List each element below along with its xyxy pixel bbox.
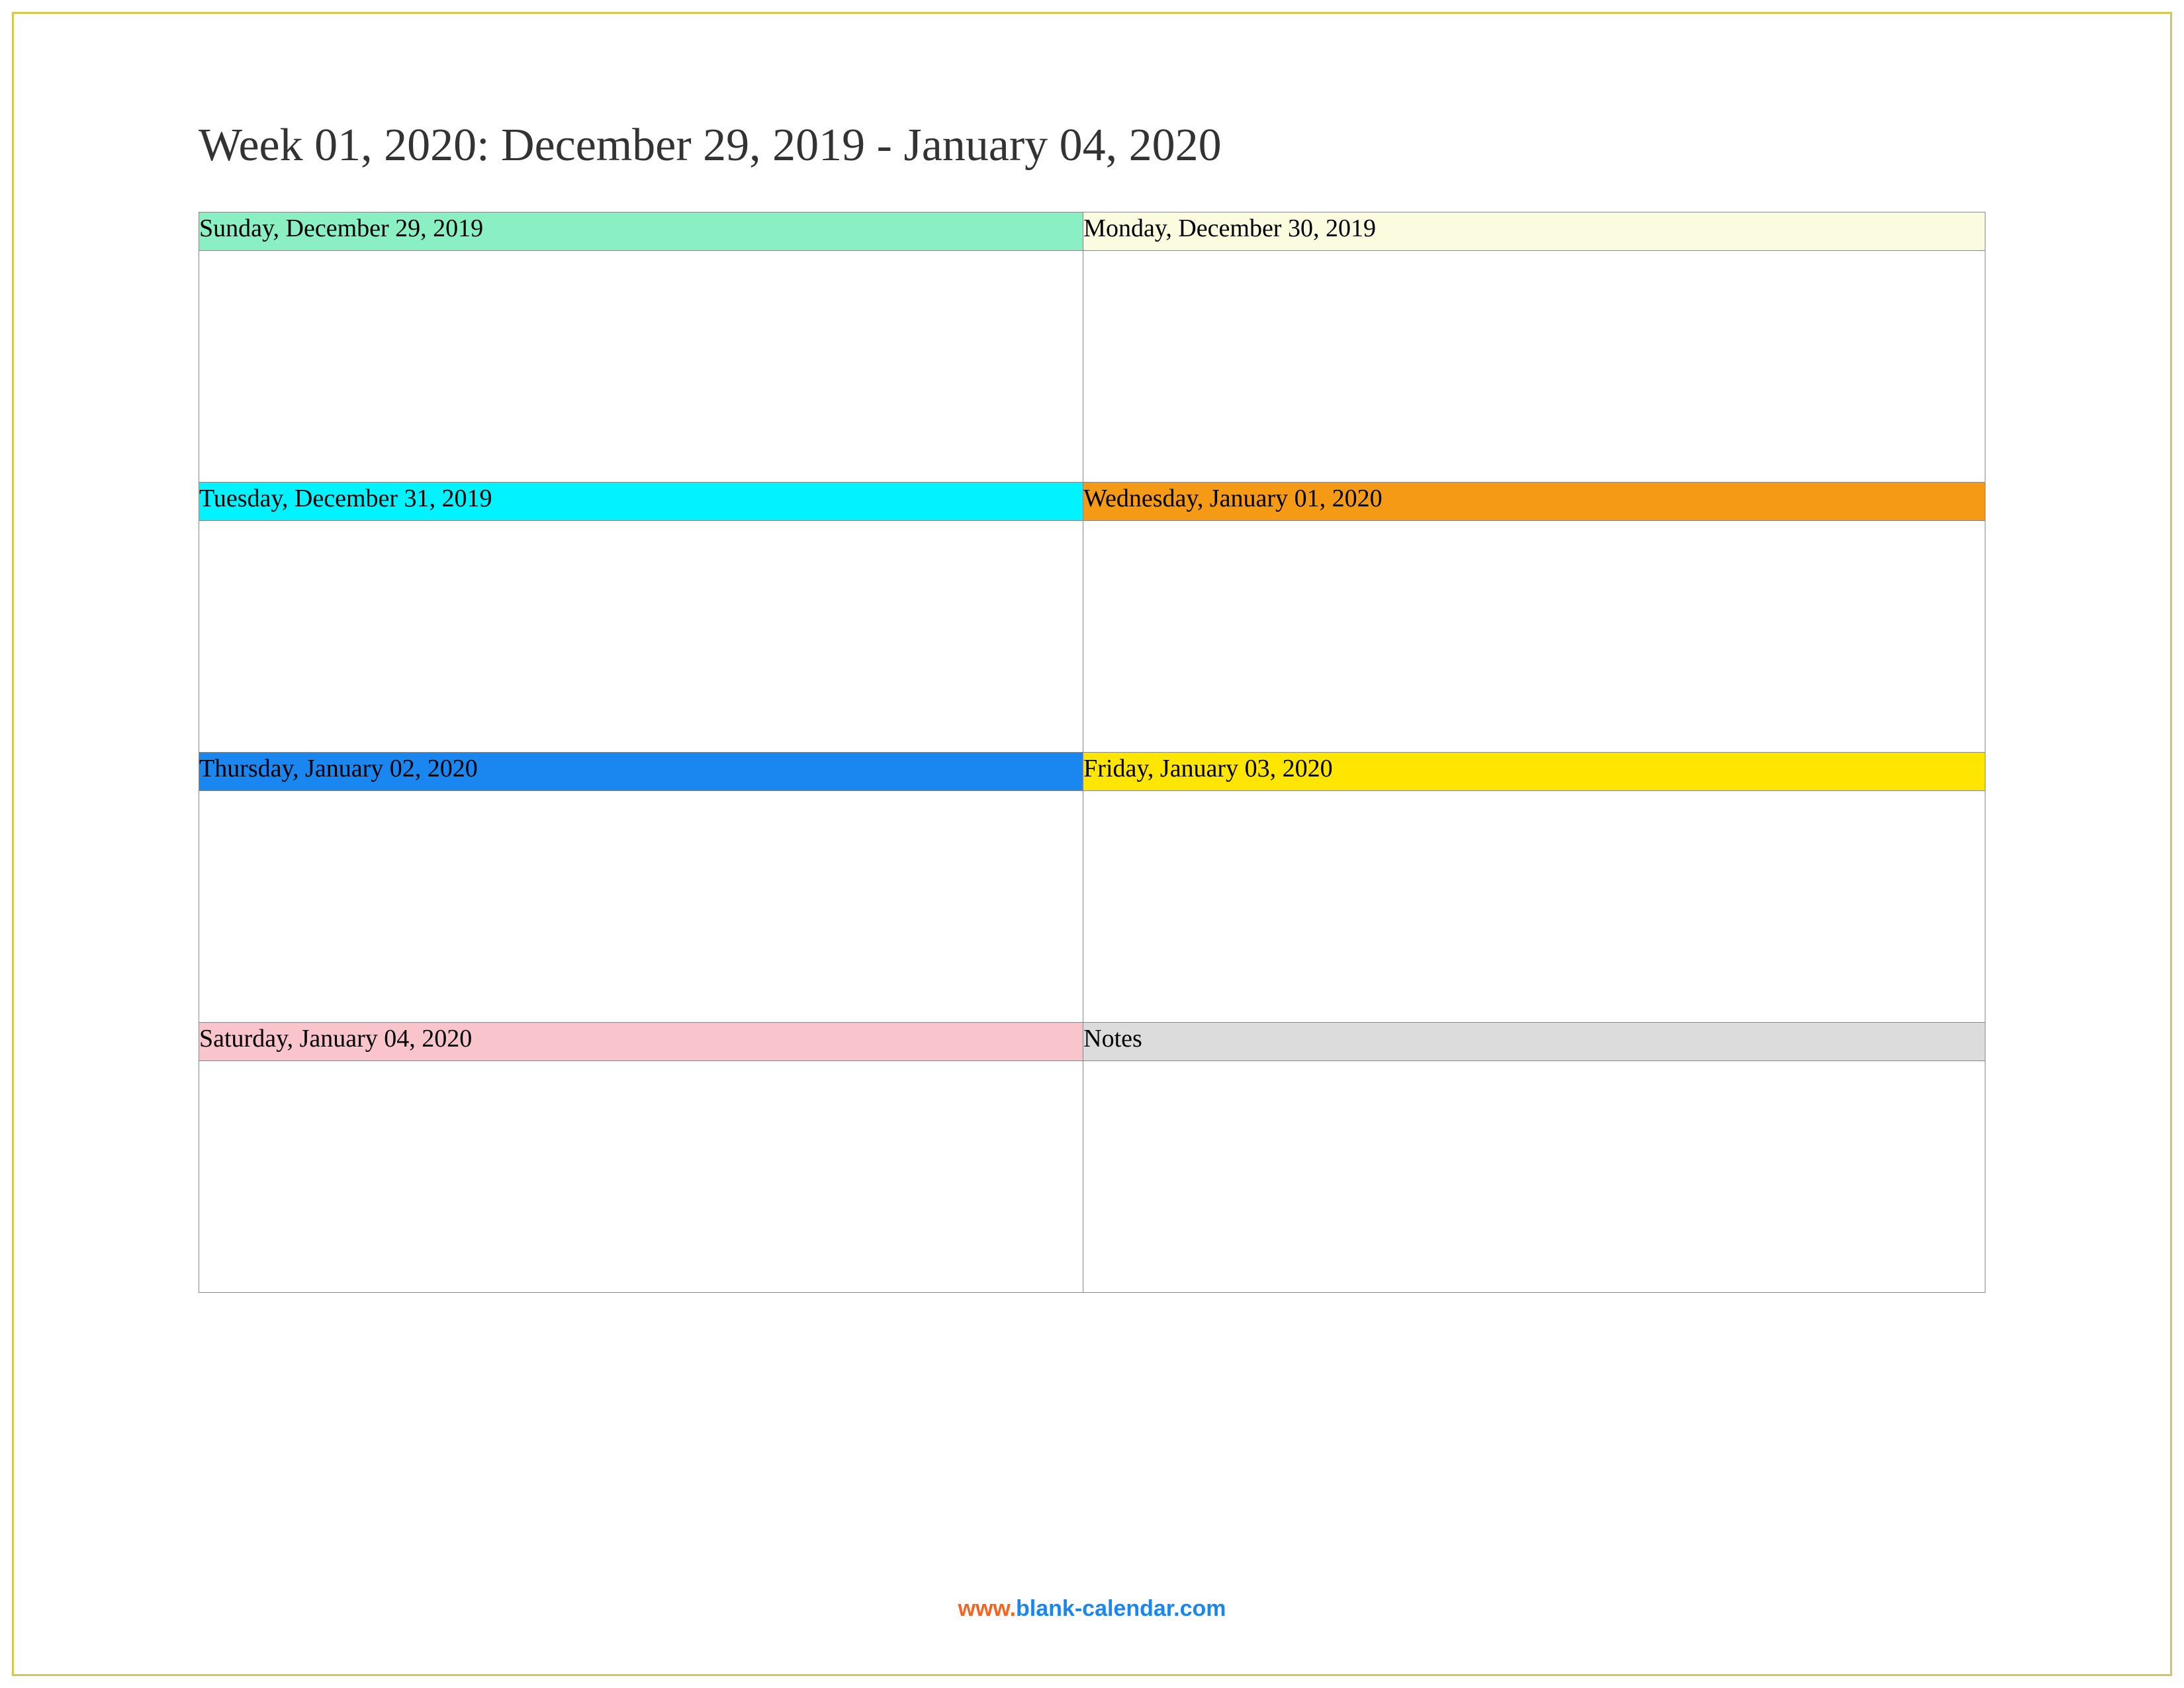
day-header-saturday: Saturday, January 04, 2020 — [199, 1023, 1083, 1061]
day-body-sunday — [199, 251, 1083, 483]
day-body-notes — [1083, 1061, 1985, 1293]
weekly-calendar-table: Sunday, December 29, 2019 Monday, Decemb… — [199, 212, 1985, 1293]
footer-domain: blank-calendar.com — [1016, 1596, 1226, 1621]
day-header-sunday: Sunday, December 29, 2019 — [199, 212, 1083, 251]
day-body-thursday — [199, 791, 1083, 1023]
day-body-tuesday — [199, 521, 1083, 753]
day-header-friday: Friday, January 03, 2020 — [1083, 753, 1985, 791]
day-header-thursday: Thursday, January 02, 2020 — [199, 753, 1083, 791]
day-header-notes: Notes — [1083, 1023, 1985, 1061]
day-body-saturday — [199, 1061, 1083, 1293]
page-content: Week 01, 2020: December 29, 2019 - Janua… — [199, 119, 1985, 1293]
footer-link[interactable]: www.blank-calendar.com — [0, 1596, 2184, 1622]
day-body-friday — [1083, 791, 1985, 1023]
day-body-wednesday — [1083, 521, 1985, 753]
day-header-monday: Monday, December 30, 2019 — [1083, 212, 1985, 251]
footer-prefix: www. — [958, 1596, 1017, 1621]
page-title: Week 01, 2020: December 29, 2019 - Janua… — [199, 119, 1985, 172]
day-body-monday — [1083, 251, 1985, 483]
day-header-tuesday: Tuesday, December 31, 2019 — [199, 483, 1083, 521]
day-header-wednesday: Wednesday, January 01, 2020 — [1083, 483, 1985, 521]
